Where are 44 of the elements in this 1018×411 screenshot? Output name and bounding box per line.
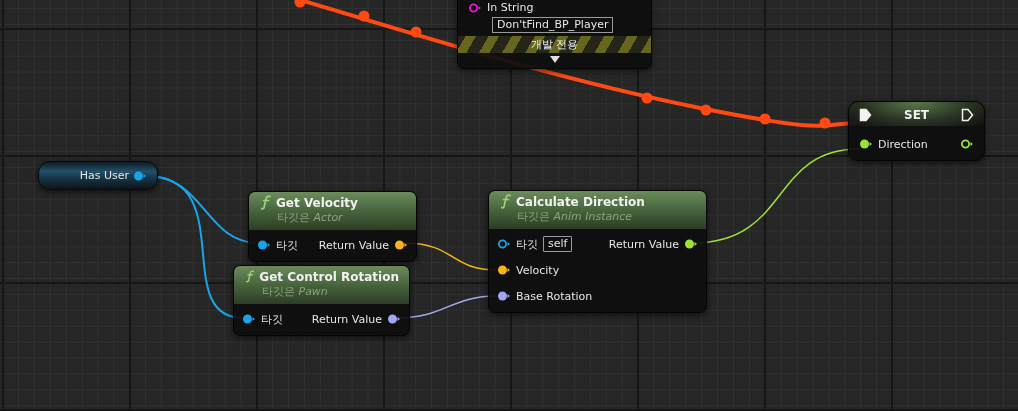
pin-icon[interactable] [960, 138, 974, 150]
pin-label: 타깃 [261, 311, 283, 327]
pin-label: Velocity [516, 263, 560, 277]
function-node[interactable]: Get Velocity 타깃은 Actor 타깃 Return Value [248, 191, 417, 262]
pin-label: Base Rotation [516, 289, 593, 303]
function-node[interactable]: Get Control Rotation 타깃은 Pawn 타깃 Return Value [233, 265, 410, 336]
pin-value-field[interactable]: self [543, 236, 573, 252]
function-icon [246, 269, 255, 284]
function-icon [501, 194, 511, 209]
pin-icon[interactable] [497, 264, 511, 276]
node-title: Get Control Rotation [259, 269, 399, 284]
exec-pin-icon[interactable] [961, 108, 974, 122]
node-title: Calculate Direction [516, 194, 645, 209]
print-node[interactable]: In String Don'tFind_BP_Player 개발 전용 [457, 0, 652, 69]
pin-icon[interactable] [859, 138, 873, 150]
pin-label: Return Value [311, 312, 382, 326]
pin-icon[interactable] [684, 238, 698, 250]
pin-icon[interactable] [257, 239, 271, 251]
pin-label: 타깃 [516, 236, 538, 252]
node-subtitle: 타깃은 Actor [277, 210, 344, 225]
string-field[interactable]: Don'tFind_BP_Player [492, 17, 614, 33]
pin-icon[interactable] [497, 290, 511, 302]
node-title: Has User [79, 169, 129, 182]
pin-icon[interactable] [497, 238, 511, 250]
pin-label: Return Value [318, 238, 389, 252]
set-node[interactable]: SET Direction [848, 101, 985, 161]
pin-label: Return Value [608, 237, 679, 251]
pin-icon[interactable] [394, 239, 408, 251]
node-title: Get Velocity [276, 195, 358, 210]
variable-node[interactable]: Has User [38, 161, 158, 190]
node-subtitle: 타깃은 Anim Instance [517, 209, 634, 224]
pin-label: 타깃 [276, 237, 298, 253]
node-title: SET [904, 108, 929, 122]
pin-icon[interactable] [242, 313, 256, 325]
exec-pin-icon[interactable] [859, 108, 872, 122]
expand-arrow-icon[interactable] [549, 56, 560, 64]
function-icon [261, 195, 271, 210]
node-subtitle: 타깃은 Pawn [262, 284, 329, 299]
function-node[interactable]: Calculate Direction 타깃은 Anim Instance 타깃 self Velocity Base Rotation Return Value [488, 190, 707, 313]
pin-label: In String [487, 1, 534, 14]
pin-label: Direction [878, 137, 928, 151]
pin-icon[interactable] [133, 169, 147, 182]
dev-only-banner: 개발 전용 [458, 36, 651, 53]
pin-icon[interactable] [387, 313, 401, 325]
